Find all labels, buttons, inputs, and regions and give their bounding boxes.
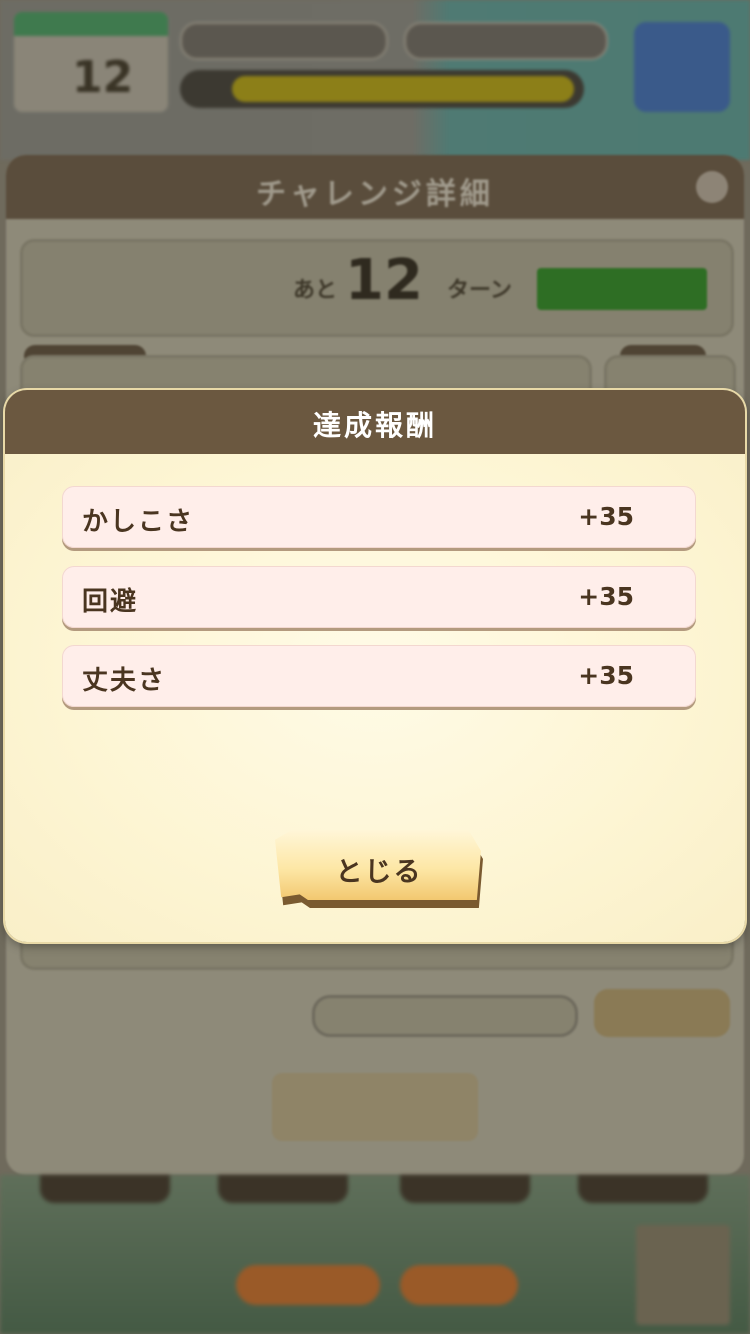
background-turn-prefix: あと <box>293 278 338 303</box>
close-button[interactable]: とじる <box>275 830 483 908</box>
background-menu-icon <box>636 1225 730 1325</box>
modal-title: 達成報酬 <box>312 409 437 442</box>
background-map-icon <box>634 22 730 112</box>
background-remaining-pill <box>312 995 578 1037</box>
background-stamina-bar <box>180 70 584 108</box>
reward-value: +35 <box>578 502 634 531</box>
background-retry-button <box>594 989 730 1037</box>
background-stat-pill <box>180 22 388 60</box>
background-bottom-bar <box>0 1175 750 1334</box>
reward-name: かしこさ <box>82 507 195 537</box>
background-tab <box>578 1175 708 1203</box>
background-bottom-button <box>400 1265 518 1305</box>
background-panel-title: チャレンジ詳細 <box>256 177 494 212</box>
background-close-button <box>272 1073 478 1141</box>
close-button-label: とじる <box>335 857 423 888</box>
reward-name: 回避 <box>82 587 139 617</box>
reward-row: 丈夫さ +35 <box>62 645 696 707</box>
reward-modal: 達成報酬 かしこさ +35 回避 +35 丈夫さ +35 とじる <box>5 390 745 942</box>
info-icon <box>696 171 728 203</box>
reward-name: 丈夫さ <box>82 666 167 696</box>
background-turn-strip <box>14 12 168 36</box>
background-turn-suffix: ターン <box>447 278 512 303</box>
background-panel-header: チャレンジ詳細 <box>6 155 744 219</box>
background-turn-counter: 12 <box>14 12 168 112</box>
background-tab <box>40 1175 170 1203</box>
background-status-area: 12 <box>0 0 750 160</box>
background-turn-number: 12 <box>72 52 134 103</box>
background-turn-row: あと 12 ターン <box>20 239 734 337</box>
reward-value: +35 <box>578 661 634 690</box>
background-tab <box>400 1175 530 1203</box>
background-stat-pill <box>404 22 608 60</box>
reward-row: かしこさ +35 <box>62 486 696 548</box>
background-stamina-fill <box>232 76 574 102</box>
reward-value: +35 <box>578 582 634 611</box>
reward-row: 回避 +35 <box>62 566 696 628</box>
modal-header: 達成報酬 <box>5 390 745 454</box>
background-progress-gauge <box>537 268 707 310</box>
background-bottom-button <box>236 1265 380 1305</box>
background-tab <box>218 1175 348 1203</box>
background-turn-value: 12 <box>345 248 423 313</box>
